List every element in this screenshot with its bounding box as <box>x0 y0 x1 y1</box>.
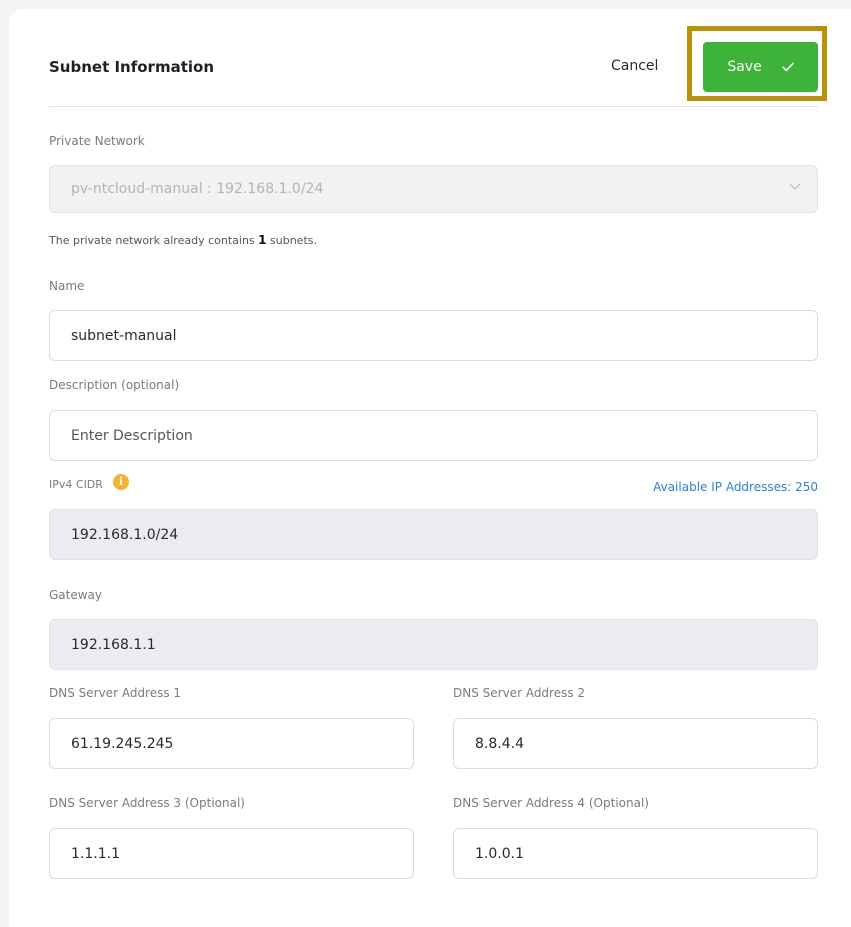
dns4-label: DNS Server Address 4 (Optional) <box>453 796 649 810</box>
dns3-input[interactable]: 1.1.1.1 <box>49 828 414 879</box>
name-input[interactable]: subnet-manual <box>49 310 818 361</box>
cidr-label: IPv4 CIDR <box>49 478 103 491</box>
dns3-input-value: 1.1.1.1 <box>71 845 120 862</box>
dns2-input[interactable]: 8.8.4.4 <box>453 718 818 769</box>
dns2-input-value: 8.8.4.4 <box>475 735 524 752</box>
dns2-label: DNS Server Address 2 <box>453 686 586 700</box>
gateway-label: Gateway <box>49 588 103 602</box>
save-button-label: Save <box>727 59 762 75</box>
name-input-value: subnet-manual <box>71 327 177 344</box>
private-network-select[interactable]: pv-ntcloud-manual : 192.168.1.0/24 <box>49 165 818 213</box>
gateway-input-value: 192.168.1.1 <box>71 636 156 653</box>
private-network-label: Private Network <box>49 134 145 148</box>
cidr-input: 192.168.1.0/24 <box>49 509 818 560</box>
dns3-label: DNS Server Address 3 (Optional) <box>49 796 245 810</box>
available-ip-link[interactable]: Available IP Addresses: 250 <box>653 480 818 494</box>
cancel-button[interactable]: Cancel <box>611 58 658 74</box>
description-label: Description (optional) <box>49 378 180 392</box>
subnet-count-hint: The private network already contains 1 s… <box>49 233 317 247</box>
dns4-input[interactable]: 1.0.0.1 <box>453 828 818 879</box>
dns1-label: DNS Server Address 1 <box>49 686 182 700</box>
gateway-input: 192.168.1.1 <box>49 619 818 670</box>
private-network-value: pv-ntcloud-manual : 192.168.1.0/24 <box>71 181 324 197</box>
dns4-input-value: 1.0.0.1 <box>475 845 524 862</box>
description-input[interactable]: Enter Description <box>49 410 818 461</box>
chevron-down-icon <box>789 183 801 190</box>
dns1-input[interactable]: 61.19.245.245 <box>49 718 414 769</box>
description-placeholder: Enter Description <box>71 427 193 444</box>
page-title: Subnet Information <box>49 58 214 76</box>
checkmark-icon <box>781 62 794 72</box>
save-button[interactable]: Save <box>703 42 818 92</box>
cidr-input-value: 192.168.1.0/24 <box>71 526 179 543</box>
info-icon[interactable]: i <box>113 474 129 490</box>
dns1-input-value: 61.19.245.245 <box>71 735 174 752</box>
name-label: Name <box>49 279 85 293</box>
